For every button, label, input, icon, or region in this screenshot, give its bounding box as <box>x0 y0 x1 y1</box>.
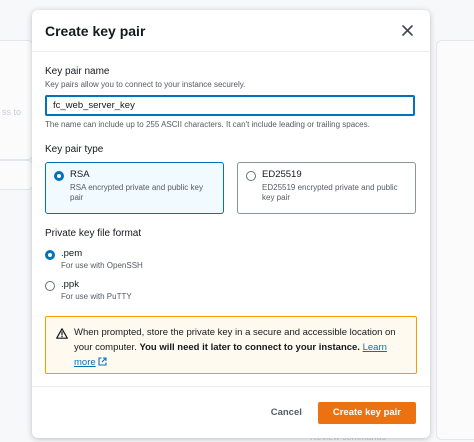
option-title: .pem <box>61 248 83 259</box>
warning-alert: When prompted, store the private key in … <box>45 316 417 374</box>
option-content: .ppk For use with PuTTY <box>61 279 132 302</box>
warning-icon <box>56 326 68 367</box>
modal-body: Key pair name Key pairs allow you to con… <box>32 52 430 374</box>
close-button[interactable] <box>398 22 416 40</box>
tile-description: ED25519 encrypted private and public key… <box>262 183 398 202</box>
file-format-label: Private key file format <box>45 228 142 239</box>
background-card <box>0 40 34 160</box>
tile-content: RSA RSA encrypted private and public key… <box>70 169 215 203</box>
file-format-option-ppk[interactable]: .ppk For use with PuTTY <box>45 279 417 302</box>
alert-emphasis: You will need it later to connect to you… <box>139 342 360 353</box>
modal-header: Create key pair <box>32 10 430 52</box>
modal-footer: Cancel Create key pair <box>32 386 430 438</box>
option-content: .pem For use with OpenSSH <box>61 248 143 271</box>
tile-description: RSA encrypted private and public key pai… <box>70 183 203 202</box>
key-pair-type-label: Key pair type <box>45 144 104 155</box>
modal-title: Create key pair <box>45 22 146 39</box>
cancel-button[interactable]: Cancel <box>271 407 302 418</box>
background-text-fragment: ss to <box>2 107 22 117</box>
key-pair-type-field: Key pair type RSA RSA encrypted private … <box>45 144 417 214</box>
close-icon <box>401 25 413 36</box>
file-format-field: Private key file format .pem For use wit… <box>45 228 417 302</box>
tile-content: ED25519 ED25519 encrypted private and pu… <box>262 169 407 203</box>
external-link-icon <box>98 357 107 366</box>
create-key-pair-modal: Create key pair Key pair name Key pairs … <box>32 10 430 438</box>
option-description: For use with OpenSSH <box>61 261 143 270</box>
option-description: For use with PuTTY <box>61 292 132 301</box>
background-card <box>436 40 474 440</box>
key-pair-type-tiles: RSA RSA encrypted private and public key… <box>45 162 417 214</box>
pem-radio[interactable] <box>45 250 55 260</box>
create-key-pair-button[interactable]: Create key pair <box>317 401 416 424</box>
key-type-tile-ed25519[interactable]: ED25519 ED25519 encrypted private and pu… <box>237 162 416 214</box>
option-title: .ppk <box>61 279 79 290</box>
file-format-option-pem[interactable]: .pem For use with OpenSSH <box>45 248 417 271</box>
tile-title: ED25519 <box>262 169 302 180</box>
key-pair-name-field: Key pair name Key pairs allow you to con… <box>45 66 417 130</box>
key-type-tile-rsa[interactable]: RSA RSA encrypted private and public key… <box>45 162 224 214</box>
background-card <box>0 160 34 190</box>
tile-title: RSA <box>70 169 90 180</box>
key-pair-name-description: Key pairs allow you to connect to your i… <box>45 80 246 89</box>
alert-text: When prompted, store the private key in … <box>74 325 406 368</box>
key-pair-name-label: Key pair name <box>45 66 110 77</box>
key-pair-name-input[interactable] <box>45 95 415 116</box>
ed25519-radio[interactable] <box>246 171 256 181</box>
ppk-radio[interactable] <box>45 281 55 291</box>
key-pair-name-hint: The name can include up to 255 ASCII cha… <box>45 120 370 129</box>
rsa-radio[interactable] <box>54 171 64 181</box>
